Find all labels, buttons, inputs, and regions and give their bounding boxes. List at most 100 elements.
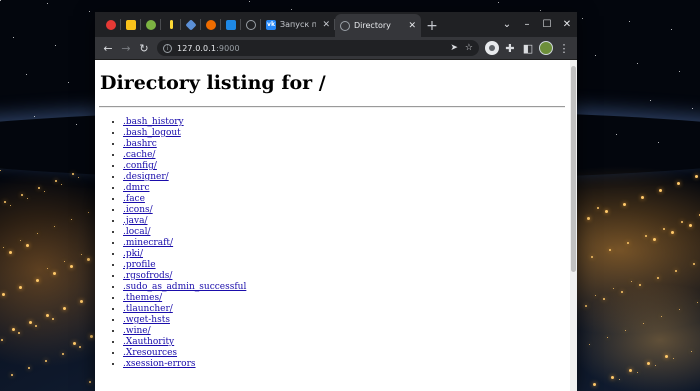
star	[76, 124, 77, 125]
city-light	[35, 325, 37, 327]
heart-icon	[185, 18, 197, 31]
city-light	[62, 353, 64, 355]
star	[679, 71, 680, 72]
list-item: .pki/	[123, 249, 246, 260]
tab-directory-listing[interactable]: Directory ✕	[335, 14, 421, 37]
city-light	[625, 330, 626, 331]
file-link[interactable]: .java/	[123, 216, 148, 226]
pinned-tab[interactable]	[241, 14, 261, 35]
star	[595, 55, 596, 56]
city-light	[27, 198, 28, 199]
city-light	[621, 291, 623, 293]
tab-vk[interactable]: vk Запуск п ✕	[261, 14, 335, 35]
minimize-button[interactable]: –	[517, 12, 537, 37]
file-link[interactable]: .config/	[123, 161, 157, 171]
list-item: .bashrc	[123, 139, 246, 150]
forward-button[interactable]: →	[117, 42, 135, 55]
new-tab-button[interactable]: +	[421, 18, 443, 34]
city-light	[679, 309, 680, 310]
city-light	[47, 268, 48, 269]
star	[616, 134, 617, 135]
back-button[interactable]: ←	[99, 42, 117, 55]
file-link[interactable]: .bash_logout	[123, 128, 181, 138]
globe-icon	[340, 20, 350, 31]
city-light	[70, 265, 73, 268]
tab-search-icon[interactable]: ⌄	[497, 12, 517, 37]
file-link[interactable]: .cache/	[123, 150, 155, 160]
city-light	[637, 372, 638, 373]
file-link[interactable]: .wget-hsts	[123, 315, 170, 325]
city-light	[12, 328, 15, 331]
city-light	[87, 258, 90, 261]
city-light	[675, 270, 677, 272]
city-light	[663, 228, 665, 230]
list-item: .dmrc	[123, 183, 246, 194]
extensions-puzzle-icon[interactable]: ✚	[501, 42, 519, 55]
pinned-tab[interactable]	[101, 14, 121, 35]
file-link[interactable]: .Xauthority	[123, 337, 174, 347]
city-light	[64, 261, 65, 262]
scrollbar-thumb[interactable]	[571, 66, 576, 272]
address-bar[interactable]: i 127.0.0.1:9000 ➤ ☆	[157, 40, 479, 56]
file-link[interactable]: .profile	[123, 260, 156, 270]
city-light	[641, 196, 644, 199]
file-link[interactable]: .xsession-errors	[123, 359, 196, 369]
file-link[interactable]: .bashrc	[123, 139, 157, 149]
profile-avatar[interactable]	[539, 41, 553, 55]
close-icon[interactable]: ✕	[322, 20, 330, 30]
file-link[interactable]: .minecraft/	[123, 238, 173, 248]
maximize-button[interactable]: ☐	[537, 12, 557, 37]
file-link[interactable]: .rgsofrods/	[123, 271, 172, 281]
city-light	[26, 244, 29, 247]
pinned-tab[interactable]	[141, 14, 161, 35]
city-light	[631, 281, 632, 282]
file-link[interactable]: .dmrc	[123, 183, 150, 193]
city-light	[647, 362, 650, 365]
city-light	[693, 263, 695, 265]
pinned-tabs	[101, 14, 261, 37]
file-link[interactable]: .local/	[123, 227, 150, 237]
star	[0, 0, 1, 1]
star	[658, 142, 659, 143]
pinned-tab[interactable]	[121, 14, 141, 35]
file-link[interactable]: .tlauncher/	[123, 304, 173, 314]
file-link[interactable]: .wine/	[123, 326, 151, 336]
side-panel-icon[interactable]: ◧	[519, 42, 537, 55]
city-light	[629, 369, 632, 372]
file-link[interactable]: .sudo_as_admin_successful	[123, 282, 246, 292]
file-link[interactable]: .bash_history	[123, 117, 184, 127]
reload-button[interactable]: ↻	[135, 42, 153, 55]
bookmark-star-icon[interactable]: ☆	[465, 43, 473, 53]
page-title: Directory listing for /	[100, 72, 326, 94]
city-light	[659, 189, 662, 192]
file-link[interactable]: .icons/	[123, 205, 153, 215]
file-link[interactable]: .pki/	[123, 249, 143, 259]
pinned-tab[interactable]	[181, 14, 201, 35]
list-item: .wine/	[123, 326, 246, 337]
pinned-tab[interactable]	[201, 14, 221, 35]
list-item: .profile	[123, 260, 246, 271]
pinned-tab[interactable]	[221, 14, 241, 35]
pinned-tab[interactable]	[161, 14, 181, 35]
star	[540, 10, 541, 11]
city-light	[595, 295, 596, 296]
scrollbar[interactable]	[570, 60, 577, 391]
extension-icon[interactable]	[485, 41, 499, 55]
send-icon[interactable]: ➤	[450, 43, 458, 53]
close-window-button[interactable]: ✕	[557, 12, 577, 37]
city-light	[691, 351, 692, 352]
file-link[interactable]: .face	[123, 194, 145, 204]
window-controls: ⌄ – ☐ ✕	[497, 12, 577, 37]
file-link[interactable]: .Xresources	[123, 348, 177, 358]
city-light	[19, 286, 22, 289]
url-text: 127.0.0.1:9000	[177, 44, 240, 53]
menu-kebab-icon[interactable]: ⋮	[555, 42, 573, 55]
file-link[interactable]: .themes/	[123, 293, 162, 303]
city-light	[53, 272, 56, 275]
city-light	[609, 249, 611, 251]
info-icon[interactable]: i	[163, 43, 172, 53]
close-icon[interactable]: ✕	[408, 21, 416, 31]
file-link[interactable]: .designer/	[123, 172, 169, 182]
tab-title: Directory	[354, 21, 391, 30]
city-light	[585, 305, 587, 307]
